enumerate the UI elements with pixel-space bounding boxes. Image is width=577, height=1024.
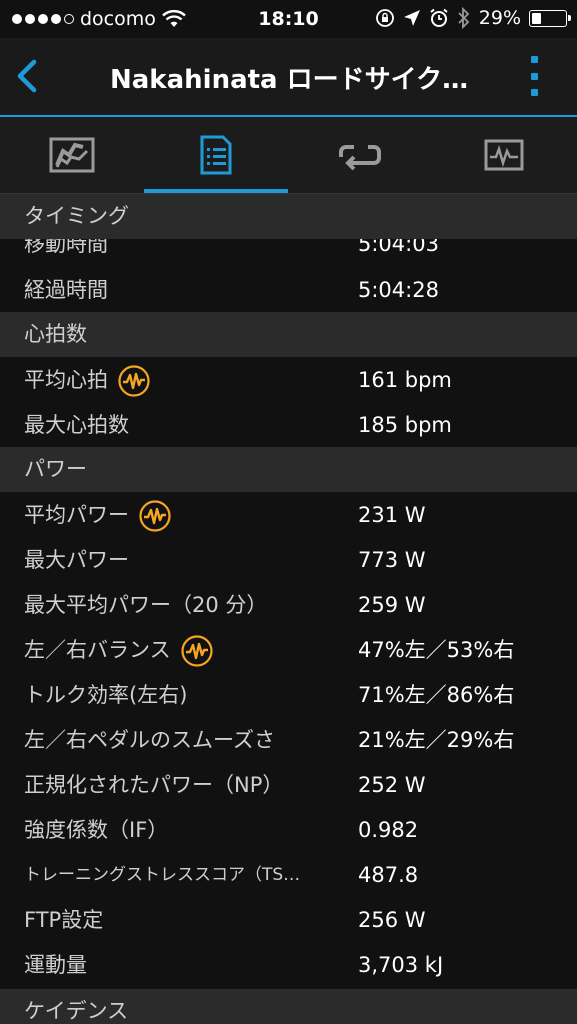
list-item: 最大心拍数 185 bpm bbox=[0, 403, 577, 448]
row-label: トレーニングストレススコア（TS… bbox=[24, 865, 301, 885]
heart-rate-badge-icon bbox=[139, 499, 171, 532]
row-label: 平均パワー bbox=[24, 493, 171, 538]
list-item: 経過時間 5:04:28 bbox=[0, 268, 577, 313]
list-item: 左／右ペダルのスムーズさ 21%左／29%右 bbox=[0, 718, 577, 763]
list-item: 平均心拍 161 bpm bbox=[0, 358, 577, 403]
row-value: 231 W bbox=[358, 503, 426, 527]
back-button[interactable] bbox=[10, 56, 46, 96]
row-value: 5:04:28 bbox=[358, 278, 439, 302]
row-label: 正規化されたパワー（NP） bbox=[24, 773, 284, 797]
row-value: 259 W bbox=[358, 593, 426, 617]
tab-bar bbox=[0, 117, 577, 193]
row-value: 0.982 bbox=[358, 818, 419, 842]
row-label: 最大心拍数 bbox=[24, 413, 129, 437]
list-icon bbox=[200, 135, 232, 175]
list-item: FTP設定 256 W bbox=[0, 898, 577, 943]
chevron-left-icon bbox=[17, 59, 37, 93]
row-label: 経過時間 bbox=[24, 278, 108, 302]
heart-rate-badge-icon bbox=[118, 364, 150, 397]
tab-details[interactable] bbox=[144, 117, 288, 193]
row-value: 21%左／29%右 bbox=[358, 728, 515, 752]
row-value: 161 bpm bbox=[358, 368, 452, 392]
row-value: 185 bpm bbox=[358, 413, 452, 437]
list-item: 左／右バランス 47%左／53%右 bbox=[0, 628, 577, 673]
row-label-text: 左／右バランス bbox=[24, 638, 171, 662]
more-menu-button[interactable] bbox=[527, 56, 541, 96]
alarm-icon bbox=[430, 8, 448, 27]
row-label: 運動量 bbox=[24, 953, 87, 977]
list-item: 最大平均パワー（20 分） 259 W bbox=[0, 583, 577, 628]
row-label-text: 平均心拍 bbox=[24, 368, 108, 392]
rotation-lock-icon bbox=[375, 9, 394, 27]
battery-percent: 29% bbox=[478, 7, 521, 29]
row-label-text: 平均パワー bbox=[24, 503, 129, 527]
details-list[interactable]: 移動時間 5:04:03 タイミング 経過時間 5:04:28 心拍数 平均心拍… bbox=[0, 194, 577, 1024]
list-item: 最大パワー 773 W bbox=[0, 538, 577, 583]
row-label: 最大パワー bbox=[24, 548, 129, 572]
row-label: FTP設定 bbox=[24, 908, 104, 932]
row-value: 487.8 bbox=[358, 863, 419, 887]
row-value: 773 W bbox=[358, 548, 426, 572]
app-header: Nakahinata ロードサイク… bbox=[0, 38, 577, 116]
row-label: 強度係数（IF） bbox=[24, 818, 169, 842]
list-item: 運動量 3,703 kJ bbox=[0, 943, 577, 988]
tab-laps[interactable] bbox=[288, 117, 432, 193]
section-header-cadence: ケイデンス bbox=[0, 989, 577, 1024]
row-value: 252 W bbox=[358, 773, 426, 797]
list-item: 平均パワー 231 W bbox=[0, 493, 577, 538]
section-header-timing: タイミング bbox=[0, 194, 577, 239]
list-item: 正規化されたパワー（NP） 252 W bbox=[0, 763, 577, 808]
list-item: トレーニングストレススコア（TS… 487.8 bbox=[0, 853, 577, 898]
row-value: 3,703 kJ bbox=[358, 953, 444, 977]
section-header-power: パワー bbox=[0, 447, 577, 492]
heart-rate-badge-icon bbox=[180, 634, 213, 667]
section-header-heart-rate: 心拍数 bbox=[0, 312, 577, 357]
bluetooth-icon bbox=[458, 7, 470, 29]
row-value: 71%左／86%右 bbox=[358, 683, 515, 707]
tab-charts[interactable] bbox=[432, 117, 576, 193]
more-dots-icon bbox=[530, 56, 538, 63]
list-item: トルク効率(左右) 71%左／86%右 bbox=[0, 673, 577, 718]
row-label: トルク効率(左右) bbox=[24, 683, 188, 707]
row-label: 左／右バランス bbox=[24, 628, 213, 673]
row-value: 47%左／53%右 bbox=[358, 638, 515, 662]
location-icon bbox=[403, 10, 420, 26]
map-icon bbox=[49, 137, 95, 173]
tab-map[interactable] bbox=[0, 117, 144, 193]
page-title: Nakahinata ロードサイク… bbox=[110, 65, 469, 95]
row-label: 左／右ペダルのスムーズさ bbox=[24, 728, 275, 752]
status-right: 29% bbox=[375, 7, 571, 29]
row-label: 最大平均パワー（20 分） bbox=[24, 593, 268, 617]
row-label: 平均心拍 bbox=[24, 358, 150, 403]
chart-icon bbox=[484, 139, 524, 171]
status-bar: docomo 18:10 29% bbox=[0, 0, 577, 38]
laps-icon bbox=[339, 145, 381, 171]
row-value: 256 W bbox=[358, 908, 426, 932]
list-item: 強度係数（IF） 0.982 bbox=[0, 808, 577, 853]
battery-icon bbox=[529, 9, 571, 27]
